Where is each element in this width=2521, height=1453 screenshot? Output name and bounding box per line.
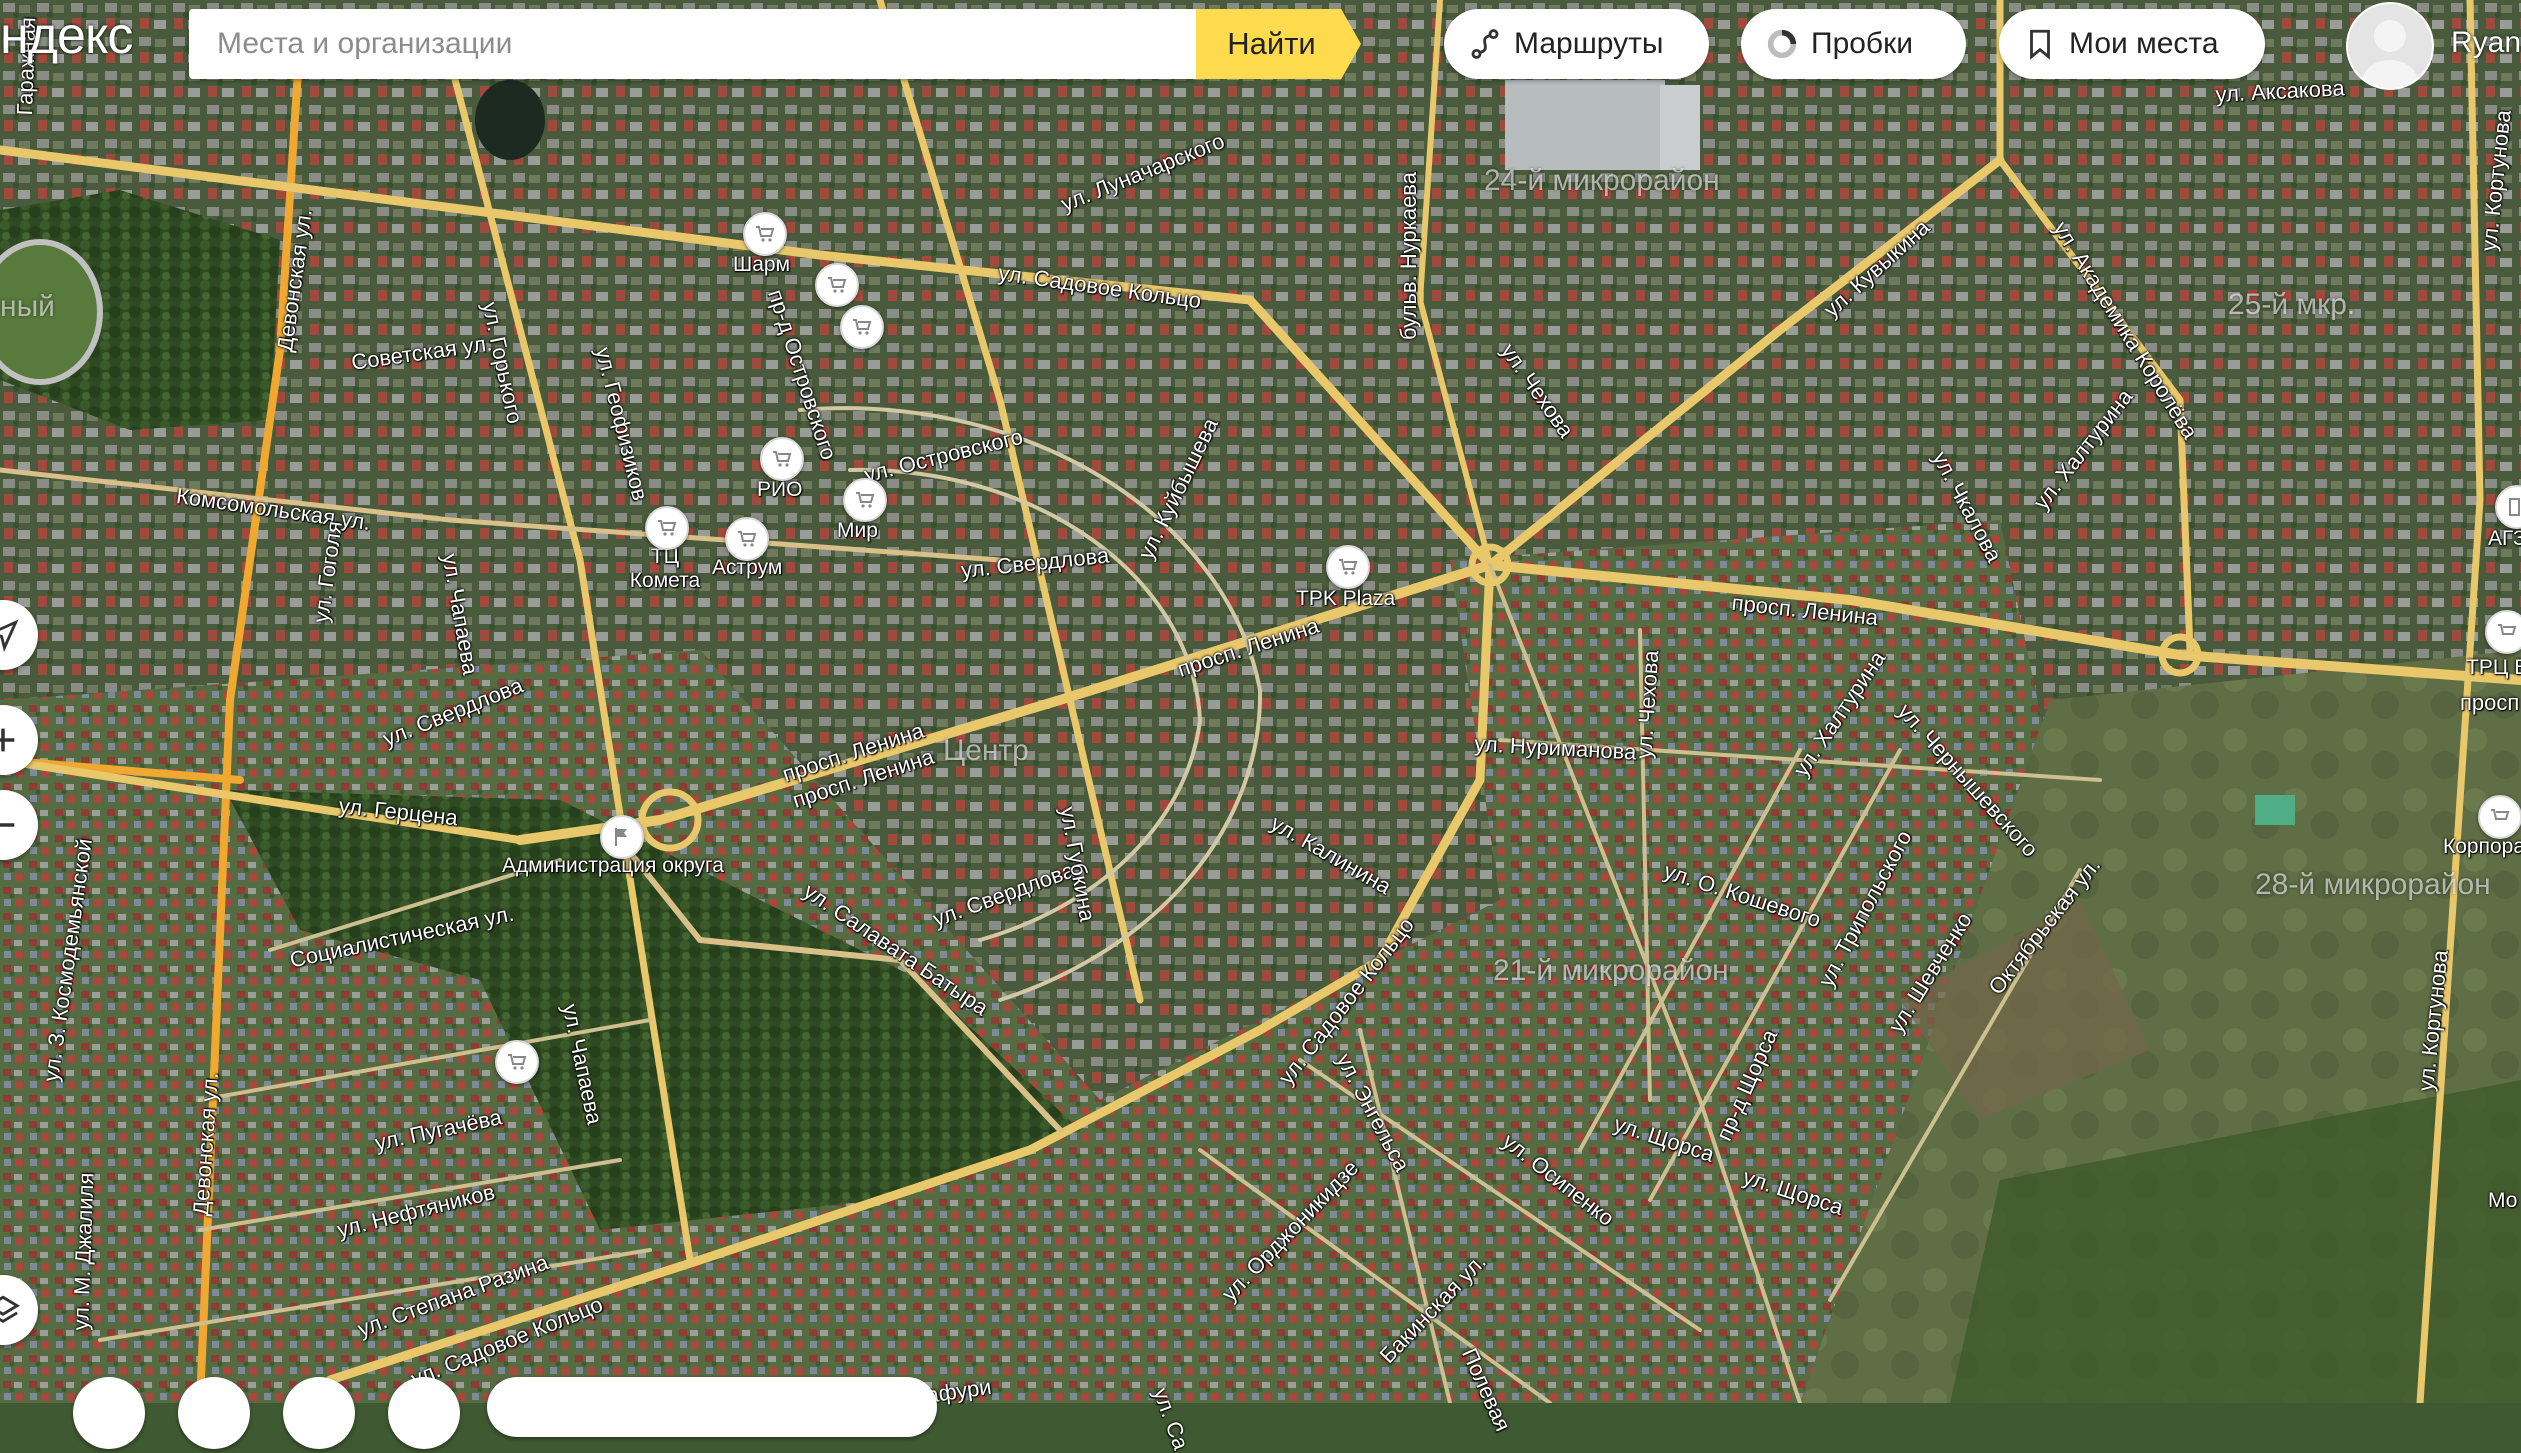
poi-label: Мо [2488,1189,2518,1212]
traffic-button[interactable]: Пробки [1741,9,1966,79]
district-label: 24-й микрорайон [1484,164,1720,197]
district-label: 21-й микрорайон [1493,954,1729,987]
user-icon [2362,20,2418,88]
satellite-map[interactable] [0,0,2521,1403]
avatar[interactable] [2346,2,2434,90]
my-places-button[interactable]: Мои места [1999,9,2265,79]
district-label: ный [0,290,55,323]
poi-label: Шарм [733,253,791,276]
cart-icon [773,451,792,467]
bookmark-icon [2030,29,2050,60]
shop-marker[interactable] [2485,610,2521,654]
cart-icon [853,319,872,335]
poi-label: Корпорация [2443,835,2521,858]
poi-label: Мир [837,519,878,542]
government-marker[interactable] [600,815,644,859]
toolbar-button[interactable] [388,1377,460,1449]
cart-icon [658,520,677,536]
search-button[interactable]: Найти [1196,9,1361,79]
shop-marker[interactable] [495,1040,539,1084]
shop-marker[interactable] [2478,795,2521,839]
route-icon [1471,29,1499,59]
poi-label: ТРЦ В [2466,656,2521,679]
toolbar-button[interactable] [283,1377,355,1449]
street-label: просп [2460,690,2520,715]
district-label: 25-й мкр. [2228,288,2356,321]
cart-icon [828,277,847,293]
bottom-panel[interactable] [487,1377,937,1437]
shop-marker[interactable] [645,506,689,550]
shop-marker[interactable] [743,212,787,256]
cart-icon [856,492,875,508]
street-label: ул. М. Джалиля [68,1172,99,1331]
cart-icon [2491,809,2510,820]
district-label: Центр [943,734,1029,767]
fuel-icon [2509,498,2520,516]
cart-icon [1339,559,1358,575]
poi-label: TPK Plaza [1296,587,1396,610]
routes-button[interactable]: Маршруты [1444,9,1709,79]
user-name[interactable]: Ryan [2451,26,2521,60]
poi-label: АГЗ [2488,527,2521,550]
shop-marker[interactable] [815,263,859,307]
search-box [189,9,1196,79]
shop-marker[interactable] [760,437,804,481]
cart-icon [738,531,757,547]
traffic-label: Пробки [1811,27,1913,60]
shop-marker[interactable] [843,478,887,522]
poi-label: ТЦ Комета [629,545,701,592]
shop-marker[interactable] [725,517,769,561]
cart-icon [756,226,775,242]
flag-icon [615,828,627,846]
poi-label: РИО [757,478,803,501]
layers-icon [0,1295,20,1323]
minus-icon [0,823,15,827]
cart-icon [2498,624,2517,635]
routes-label: Маршруты [1514,27,1664,60]
toolbar-button[interactable] [73,1377,145,1449]
toolbar-button[interactable] [178,1377,250,1449]
search-input[interactable] [215,26,1179,62]
shop-marker[interactable] [840,305,884,349]
poi-label: Администрация округа [502,854,724,877]
cart-icon [508,1054,527,1070]
district-label: 28-й микрорайон [2255,868,2491,901]
street-label: бульв. Нуркаева [1396,172,1421,340]
yandex-logo[interactable]: ндекс [0,8,133,64]
location-arrow-icon [0,619,19,652]
my-places-label: Мои места [2069,27,2219,60]
plus-icon [0,728,15,752]
shop-marker[interactable] [1326,545,1370,589]
traffic-icon [1767,29,1797,59]
